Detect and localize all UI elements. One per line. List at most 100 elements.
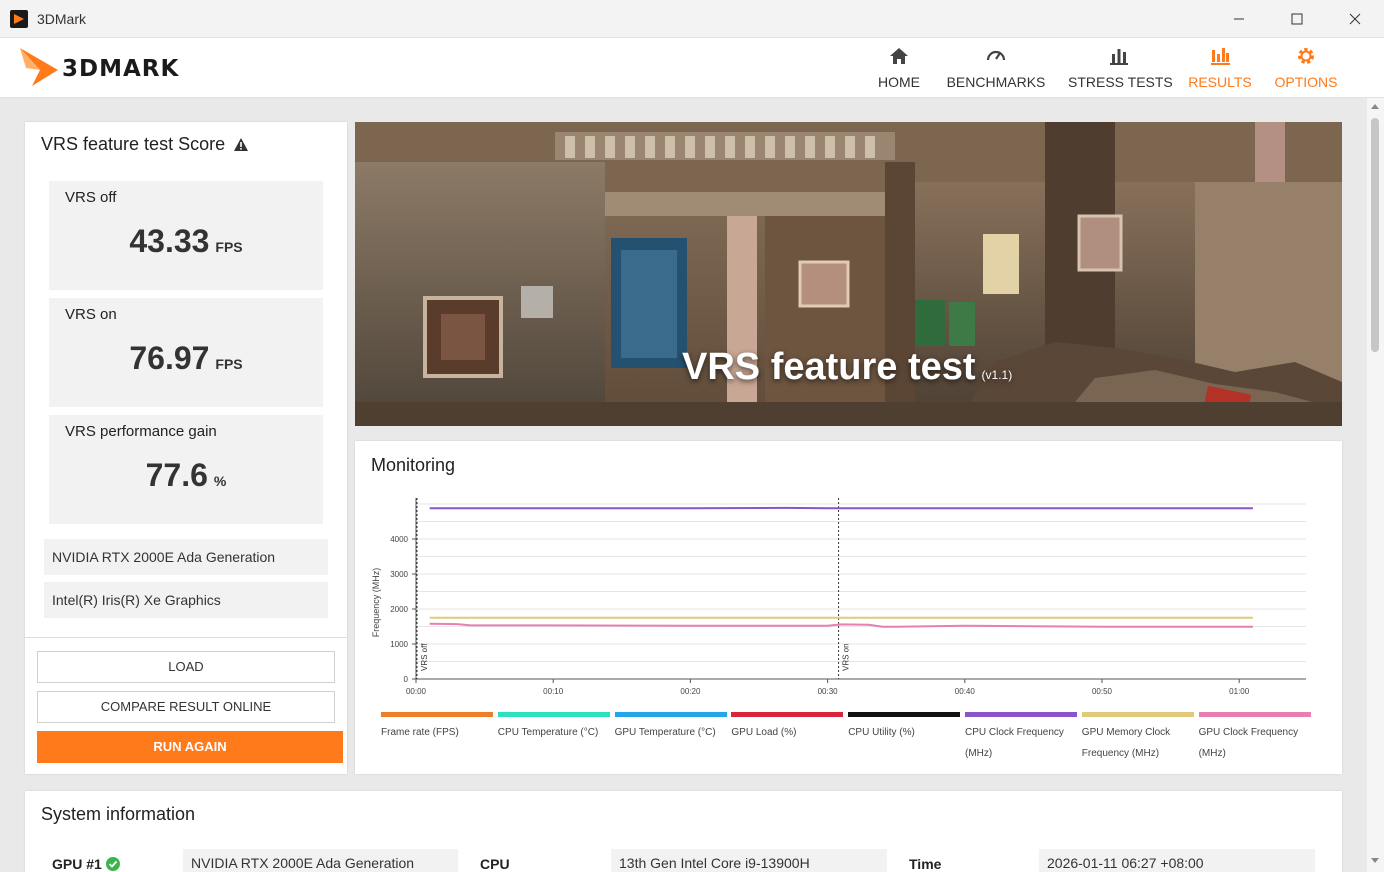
marker-label: VRS on xyxy=(842,643,851,671)
time-label: Time xyxy=(909,856,942,872)
gear-icon xyxy=(1298,48,1314,64)
scroll-down-icon[interactable] xyxy=(1371,858,1379,863)
legend-swatch xyxy=(731,712,844,717)
run-again-button[interactable]: RUN AGAIN xyxy=(37,731,343,763)
close-icon xyxy=(1349,13,1361,25)
close-button[interactable] xyxy=(1326,0,1384,38)
legend-swatch xyxy=(965,712,1077,717)
hero-version: (v1.1) xyxy=(981,368,1013,382)
legend-item[interactable]: GPU Clock Frequency (MHz) xyxy=(1198,712,1311,764)
legend-item[interactable]: CPU Utility (%) xyxy=(848,712,961,743)
y-tick-label: 1000 xyxy=(390,640,408,649)
score-card-value: 77.6% xyxy=(49,457,323,494)
logo-text: 3DMARK xyxy=(62,56,180,82)
score-value: 43.33 xyxy=(129,223,210,259)
maximize-icon xyxy=(1291,13,1303,25)
score-value: 76.97 xyxy=(129,340,210,376)
y-tick-label: 3000 xyxy=(390,570,408,579)
nav-benchmarks[interactable]: BENCHMARKS xyxy=(944,44,1048,94)
vertical-scrollbar[interactable] xyxy=(1367,98,1384,872)
nav-results[interactable]: RESULTS xyxy=(1188,44,1252,94)
score-card-label: VRS performance gain xyxy=(65,423,217,440)
legend-label: CPU Temperature (°C) xyxy=(497,727,599,738)
score-card-label: VRS off xyxy=(65,189,117,206)
warning-icon[interactable] xyxy=(233,137,249,152)
score-title: VRS feature test Score xyxy=(41,134,226,154)
nav-home[interactable]: HOME xyxy=(872,44,926,94)
x-tick-label: 00:50 xyxy=(1092,687,1113,696)
x-tick-label: 00:00 xyxy=(406,687,427,696)
cpu-value: 13th Gen Intel Core i9-13900H xyxy=(611,849,887,872)
score-card-label: VRS on xyxy=(65,306,117,323)
legend-item[interactable]: GPU Memory Clock Frequency (MHz) xyxy=(1081,712,1194,764)
nav-options-label: OPTIONS xyxy=(1274,74,1338,90)
legend-item[interactable]: GPU Load (%) xyxy=(731,712,844,743)
hero-title-text: VRS feature test xyxy=(682,346,976,388)
legend-swatch xyxy=(497,712,610,717)
check-icon xyxy=(105,857,120,871)
maximize-button[interactable] xyxy=(1268,0,1326,38)
monitoring-panel: Monitoring 0 1000 2000 3000 4000 00:00 00:10 00… xyxy=(355,441,1342,774)
cpu-label: CPU xyxy=(480,856,510,872)
score-card-vrs-off: VRS off 43.33 FPS xyxy=(49,181,323,290)
monitoring-chart: 0 1000 2000 3000 4000 00:00 00:10 00:20 00:30 00:… xyxy=(371,498,1306,696)
legend-item[interactable]: CPU Clock Frequency (MHz) xyxy=(965,712,1077,764)
x-tick-label: 01:00 xyxy=(1229,687,1250,696)
nav-stress-tests[interactable]: STRESS TESTS xyxy=(1068,44,1173,94)
nav-home-label: HOME xyxy=(878,74,920,90)
scroll-up-icon[interactable] xyxy=(1371,104,1379,109)
logo-mark-icon xyxy=(20,48,58,86)
score-card-vrs-on: VRS on 76.97 FPS xyxy=(49,298,323,407)
nav-options[interactable]: OPTIONS xyxy=(1272,44,1340,94)
y-tick-label: 4000 xyxy=(390,535,408,544)
score-unit: % xyxy=(213,473,227,489)
legend-swatch xyxy=(381,712,493,717)
y-tick-label: 0 xyxy=(404,675,409,684)
legend-item[interactable]: Frame rate (FPS) xyxy=(381,712,493,743)
load-button[interactable]: LOAD xyxy=(37,651,335,683)
nav-results-label: RESULTS xyxy=(1188,74,1252,90)
results-icon xyxy=(1211,48,1230,65)
gpu-value: NVIDIA RTX 2000E Ada Generation xyxy=(183,849,458,872)
legend-label: GPU Clock Frequency (MHz) xyxy=(1198,727,1299,759)
minimize-button[interactable] xyxy=(1210,0,1268,38)
home-icon xyxy=(890,48,908,64)
score-card-performance-gain: VRS performance gain 77.6% xyxy=(49,415,323,524)
minimize-icon xyxy=(1234,18,1244,20)
3dmark-logo[interactable]: 3DMARK xyxy=(18,44,228,88)
score-panel: VRS feature test Score VRS off 43.33 FPS … xyxy=(25,122,347,774)
score-title-row: VRS feature test Score xyxy=(41,134,249,155)
gpu-list-item: NVIDIA RTX 2000E Ada Generation xyxy=(44,539,328,575)
legend-label: CPU Utility (%) xyxy=(848,727,915,738)
score-value: 77.6 xyxy=(145,457,208,493)
nav-stress-tests-label: STRESS TESTS xyxy=(1068,74,1173,90)
gpu-label-text: GPU #1 xyxy=(52,856,102,872)
system-information-title: System information xyxy=(41,804,196,824)
legend-item[interactable]: GPU Temperature (°C) xyxy=(614,712,727,743)
legend-label: Frame rate (FPS) xyxy=(381,727,459,738)
gpu-list-item: Intel(R) Iris(R) Xe Graphics xyxy=(44,582,328,618)
legend-label: GPU Load (%) xyxy=(731,727,797,738)
app-icon xyxy=(10,9,28,28)
score-card-value: 43.33 FPS xyxy=(49,223,323,260)
compare-result-online-button[interactable]: COMPARE RESULT ONLINE xyxy=(37,691,335,723)
x-tick-label: 00:10 xyxy=(543,687,564,696)
legend-label: CPU Clock Frequency (MHz) xyxy=(965,727,1064,759)
hero-title: VRS feature test (v1.1) xyxy=(682,346,1012,389)
legend-swatch xyxy=(614,712,727,717)
score-unit: FPS xyxy=(215,356,243,372)
divider xyxy=(25,637,347,638)
app-header: 3DMARK HOME BENCHMARKS STRESS TESTS RESU… xyxy=(0,38,1384,98)
legend-item[interactable]: CPU Temperature (°C) xyxy=(497,712,610,743)
legend-swatch xyxy=(1081,712,1194,717)
y-axis-label: Frequency (MHz) xyxy=(371,568,381,638)
x-tick-label: 00:40 xyxy=(955,687,976,696)
marker-label: VRS off xyxy=(420,643,429,671)
nav-benchmarks-label: BENCHMARKS xyxy=(946,74,1046,90)
scroll-thumb[interactable] xyxy=(1371,118,1379,352)
legend-swatch xyxy=(1198,712,1311,717)
time-value: 2026-01-11 06:27 +08:00 xyxy=(1039,849,1315,872)
legend-swatch xyxy=(848,712,961,717)
window-titlebar: 3DMark xyxy=(0,0,1384,38)
x-tick-label: 00:20 xyxy=(680,687,701,696)
